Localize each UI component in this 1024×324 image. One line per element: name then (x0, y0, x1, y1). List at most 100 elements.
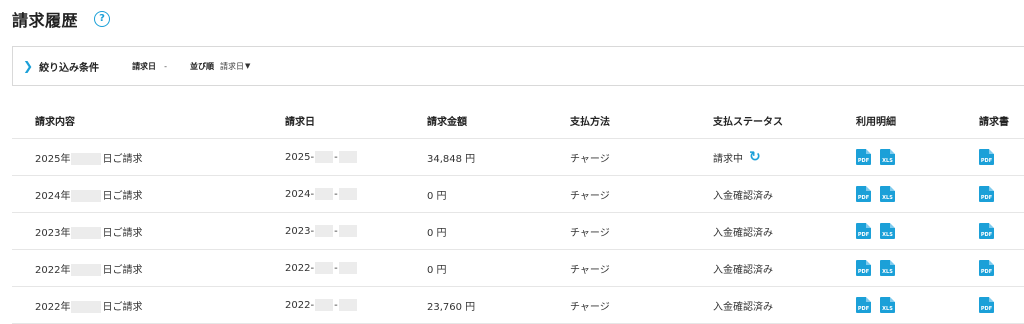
sort-select[interactable]: 請求日 ▼ (214, 61, 250, 72)
chevron-right-icon[interactable]: ❯ (23, 59, 33, 73)
redacted-block (71, 300, 102, 313)
billing-history-table: 請求内容 請求日 請求金額 支払方法 支払ステータス 利用明細 請求書 2025… (12, 102, 1024, 324)
filter-bar[interactable]: ❯ 絞り込み条件 請求日 - 並び順 請求日 ▼ (12, 46, 1024, 86)
billing-amount: 34,848 円 (427, 138, 570, 176)
pdf-download-icon[interactable]: PDF (979, 297, 994, 313)
redacted-block (338, 225, 357, 237)
xls-download-icon[interactable]: XLS (880, 260, 895, 276)
usage-details-cell: PDF XLS (856, 175, 979, 213)
billing-amount: 0 円 (427, 212, 570, 250)
pdf-icon-label: PDF (980, 269, 993, 275)
payment-status-cell: 入金確認済み (713, 286, 856, 324)
invoice-cell: PDF (979, 249, 1024, 287)
invoice-cell: PDF (979, 138, 1024, 176)
date-separator: - (334, 263, 338, 274)
content-suffix: 日ご請求 (102, 301, 143, 313)
billing-date: 2024- - (285, 175, 427, 213)
billing-date: 2025- - (285, 138, 427, 176)
xls-download-icon[interactable]: XLS (880, 149, 895, 165)
column-header-status: 支払ステータス (713, 102, 856, 139)
payment-status: 入金確認済み (713, 301, 773, 313)
billing-date: 2022- - (285, 286, 427, 324)
payment-method: チャージ (570, 286, 713, 324)
pdf-icon-label: PDF (857, 232, 870, 238)
billing-content[interactable]: 2022年 日ご請求 (12, 249, 285, 287)
date-separator: - (334, 226, 338, 237)
xls-download-icon[interactable]: XLS (880, 186, 895, 202)
pdf-icon-label: PDF (980, 158, 993, 164)
billing-content[interactable]: 2023年 日ご請求 (12, 212, 285, 250)
date-separator: - (334, 300, 338, 311)
invoice-cell: PDF (979, 286, 1024, 324)
table-row: 2024年 日ご請求 2024- - 0 円チャージ 入金確認済み PDF XLS PDF (12, 175, 1024, 213)
content-suffix: 日ご請求 (102, 227, 143, 239)
pdf-download-icon[interactable]: PDF (856, 186, 871, 202)
column-header-date: 請求日 (285, 102, 427, 139)
table-row: 2025年 日ご請求 2025- - 34,848 円チャージ 請求中 ↻ PDF XLS PDF (12, 138, 1024, 176)
filter-date-value: - (164, 61, 167, 71)
usage-details-cell: PDF XLS (856, 249, 979, 287)
column-header-amount: 請求金額 (427, 102, 570, 139)
billing-content[interactable]: 2022年 日ご請求 (12, 286, 285, 324)
pdf-download-icon[interactable]: PDF (856, 260, 871, 276)
column-header-usage-details: 利用明細 (856, 102, 979, 139)
redacted-block (315, 262, 334, 274)
xls-icon-label: XLS (882, 195, 893, 201)
billing-date: 2022- - (285, 249, 427, 287)
table-row: 2022年 日ご請求 2022- - 0 円チャージ 入金確認済み PDF XLS PDF (12, 249, 1024, 287)
payment-status: 入金確認済み (713, 227, 773, 239)
date-year: 2022- (285, 300, 315, 311)
invoice-cell: PDF (979, 175, 1024, 213)
redacted-block (71, 189, 102, 202)
pdf-download-icon[interactable]: PDF (979, 186, 994, 202)
date-year: 2024- (285, 189, 315, 200)
content-year: 2025年 (35, 153, 71, 165)
pdf-download-icon[interactable]: PDF (979, 223, 994, 239)
pdf-download-icon[interactable]: PDF (856, 297, 871, 313)
billing-content[interactable]: 2024年 日ご請求 (12, 175, 285, 213)
payment-status-cell: 入金確認済み (713, 175, 856, 213)
xls-download-icon[interactable]: XLS (880, 297, 895, 313)
redacted-block (315, 225, 334, 237)
pdf-icon-label: PDF (857, 195, 870, 201)
pdf-download-icon[interactable]: PDF (856, 149, 871, 165)
column-header-method: 支払方法 (570, 102, 713, 139)
payment-status: 入金確認済み (713, 264, 773, 276)
payment-status-cell: 入金確認済み (713, 249, 856, 287)
content-year: 2022年 (35, 301, 71, 313)
usage-details-cell: PDF XLS (856, 212, 979, 250)
column-header-content: 請求内容 (12, 102, 285, 139)
pdf-download-icon[interactable]: PDF (979, 260, 994, 276)
content-suffix: 日ご請求 (102, 264, 143, 276)
date-year: 2022- (285, 263, 315, 274)
redacted-block (315, 188, 334, 200)
help-icon[interactable]: ? (94, 11, 111, 27)
date-separator: - (334, 189, 338, 200)
filter-title[interactable]: 絞り込み条件 (39, 59, 99, 74)
pdf-icon-label: PDF (980, 195, 993, 201)
filter-sort-label: 並び順 (189, 61, 214, 71)
payment-status: 請求中 (713, 153, 743, 165)
pdf-icon-label: PDF (857, 269, 870, 275)
page-header: 請求履歴 ? (12, 6, 111, 32)
xls-icon-label: XLS (882, 306, 893, 312)
redacted-block (71, 263, 102, 276)
pdf-download-icon[interactable]: PDF (979, 149, 994, 165)
content-suffix: 日ご請求 (102, 190, 143, 202)
billing-amount: 23,760 円 (427, 286, 570, 324)
payment-method: チャージ (570, 175, 713, 213)
refresh-icon[interactable]: ↻ (749, 150, 761, 164)
xls-download-icon[interactable]: XLS (880, 223, 895, 239)
redacted-block (71, 226, 102, 239)
invoice-cell: PDF (979, 212, 1024, 250)
payment-method: チャージ (570, 138, 713, 176)
xls-icon-label: XLS (882, 269, 893, 275)
billing-content[interactable]: 2025年 日ご請求 (12, 138, 285, 176)
pdf-download-icon[interactable]: PDF (856, 223, 871, 239)
payment-method: チャージ (570, 212, 713, 250)
content-year: 2024年 (35, 190, 71, 202)
date-year: 2025- (285, 152, 315, 163)
redacted-block (338, 151, 357, 163)
date-year: 2023- (285, 226, 315, 237)
redacted-block (338, 188, 357, 200)
